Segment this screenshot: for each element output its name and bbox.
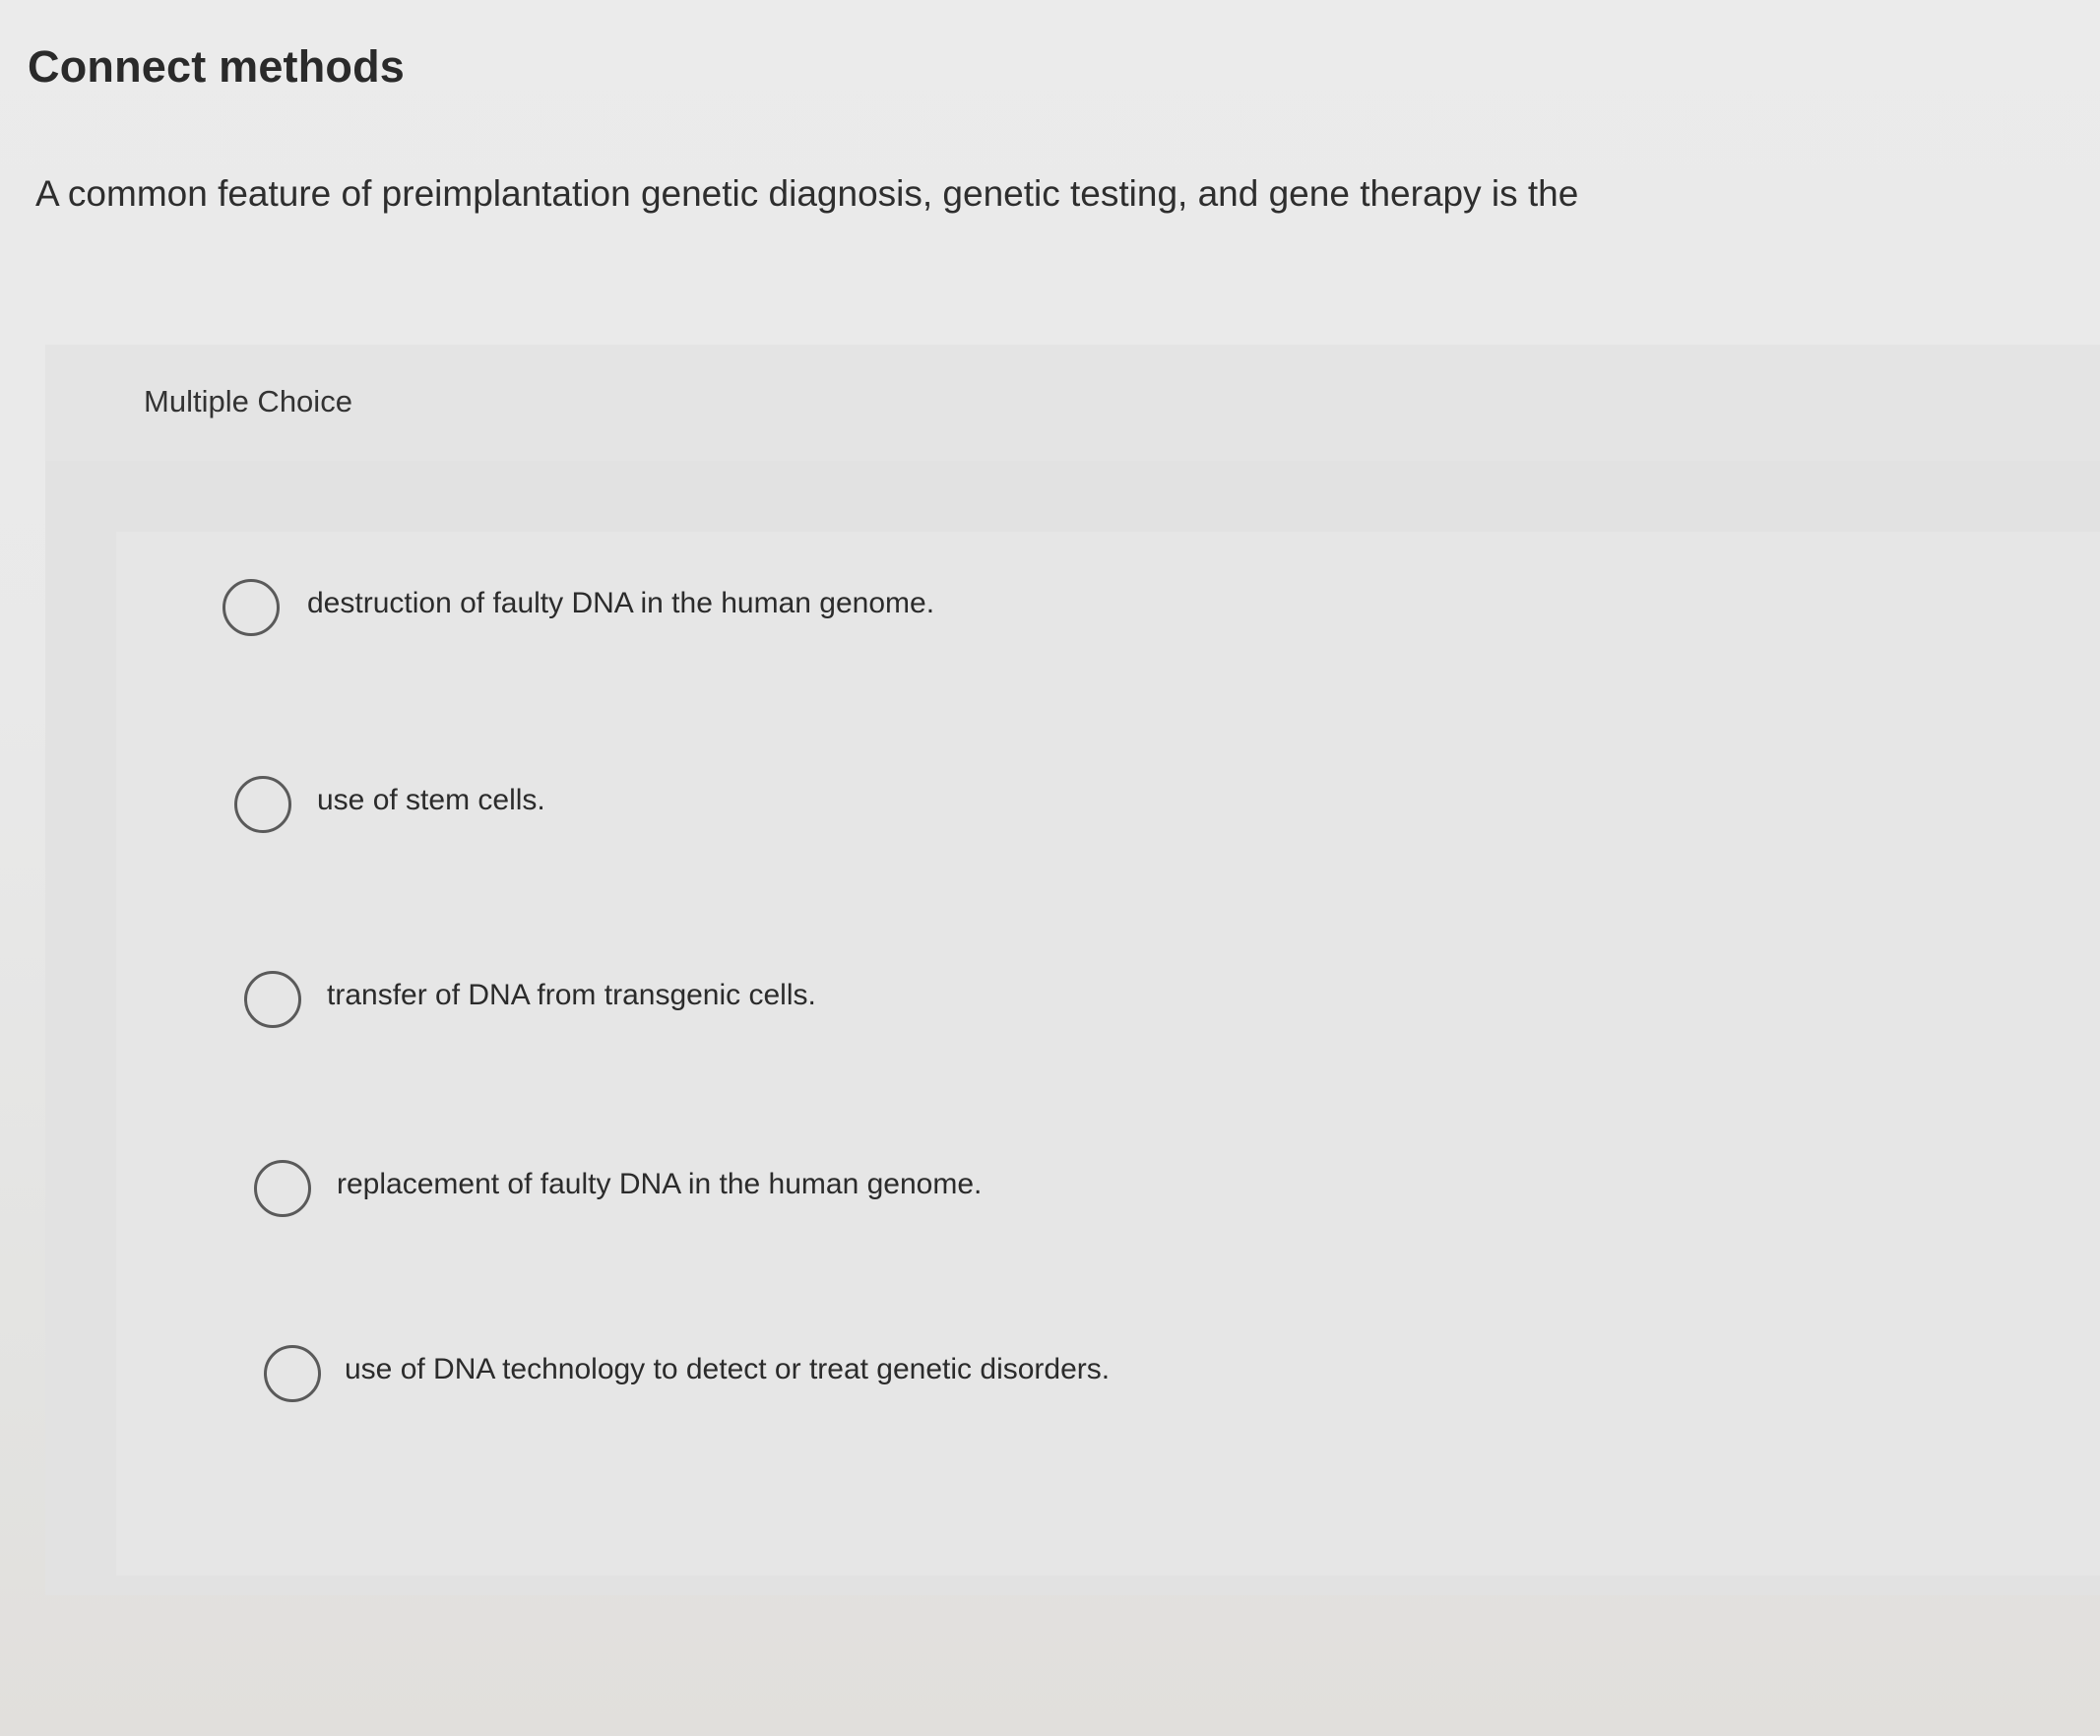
answer-option-label: destruction of faulty DNA in the human g… [307, 587, 935, 619]
answer-option-5[interactable]: use of DNA technology to detect or treat… [116, 1298, 2100, 1455]
answer-option-1[interactable]: destruction of faulty DNA in the human g… [116, 532, 2100, 689]
answer-option-label: replacement of faulty DNA in the human g… [337, 1168, 983, 1200]
question-type-label: Multiple Choice [144, 384, 352, 418]
choice-header: Multiple Choice [45, 345, 2100, 461]
answer-option-3[interactable]: transfer of DNA from transgenic cells. [116, 924, 2100, 1081]
radio-unselected-icon[interactable] [223, 579, 280, 636]
radio-unselected-icon[interactable] [244, 971, 301, 1028]
radio-unselected-icon[interactable] [234, 776, 291, 833]
answer-option-4[interactable]: replacement of faulty DNA in the human g… [116, 1113, 2100, 1270]
question-text: A common feature of preimplantation gene… [35, 173, 1579, 214]
multiple-choice-panel: Multiple Choice destruction of faulty DN… [45, 345, 2100, 1595]
answer-options: destruction of faulty DNA in the human g… [116, 532, 2100, 1575]
answer-option-2[interactable]: use of stem cells. [116, 729, 2100, 886]
radio-unselected-icon[interactable] [264, 1345, 321, 1402]
answer-option-label: use of DNA technology to detect or treat… [345, 1353, 1111, 1385]
answer-option-label: transfer of DNA from transgenic cells. [327, 979, 816, 1011]
radio-unselected-icon[interactable] [254, 1160, 311, 1217]
page-title: Connect methods [28, 41, 406, 92]
answer-option-label: use of stem cells. [317, 784, 545, 816]
